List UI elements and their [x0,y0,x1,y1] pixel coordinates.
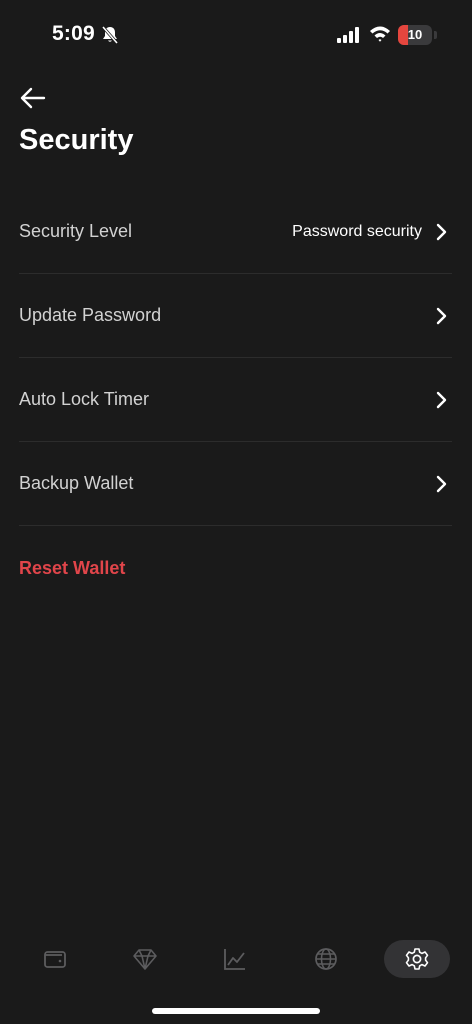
battery-cap [434,31,437,39]
globe-icon [315,948,337,970]
chevron-right-icon [436,223,447,241]
bell-slash-icon [101,26,119,44]
gear-icon [405,948,429,970]
nav-wallet[interactable] [22,940,88,978]
cellular-signal-icon [337,27,359,43]
nav-market[interactable] [202,940,268,978]
arrow-left-icon [20,87,46,109]
nav-collectibles[interactable] [112,940,178,978]
security-screen: 5:09 10 Security Security Level Password… [0,0,472,1024]
update-password-row[interactable]: Update Password [19,274,452,358]
auto-lock-timer-label: Auto Lock Timer [19,389,150,409]
bottom-nav [0,936,472,982]
nav-browser[interactable] [293,940,359,978]
page-title: Security [19,124,134,156]
chevron-right-icon [436,391,447,409]
home-indicator [152,1008,320,1014]
backup-wallet-label: Backup Wallet [19,473,134,493]
diamond-icon [133,949,157,970]
auto-lock-timer-row[interactable]: Auto Lock Timer [19,358,452,442]
chevron-right-icon [436,475,447,493]
chart-icon [224,949,245,970]
status-bar: 5:09 10 [0,0,472,70]
back-button[interactable] [18,84,50,112]
settings-list: Security Level Password security Update … [19,190,452,526]
security-level-row[interactable]: Security Level Password security [19,190,452,274]
security-level-value: Password security [292,222,422,240]
update-password-label: Update Password [19,305,162,325]
reset-wallet-button[interactable]: Reset Wallet [19,548,125,588]
status-time: 5:09 [52,22,95,45]
battery-level: 10 [407,27,423,42]
security-level-label: Security Level [19,221,133,241]
nav-settings[interactable] [384,940,450,978]
wallet-icon [44,951,66,968]
backup-wallet-row[interactable]: Backup Wallet [19,442,452,526]
battery-indicator: 10 [398,25,432,45]
wifi-icon [370,26,390,42]
reset-wallet-label: Reset Wallet [19,557,126,578]
chevron-right-icon [436,307,447,325]
